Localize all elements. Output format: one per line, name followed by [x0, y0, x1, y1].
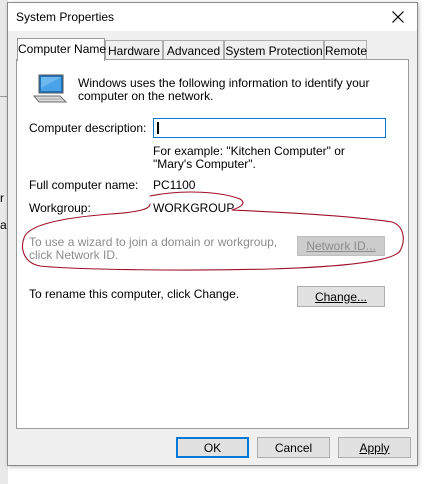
workgroup-value: WORKGROUP — [153, 201, 235, 215]
system-properties-dialog: System Properties Computer Name Hardware… — [7, 2, 418, 466]
tab-label: Advanced — [166, 44, 221, 58]
title-bar[interactable]: System Properties — [8, 3, 417, 31]
full-computer-name-label: Full computer name: — [29, 178, 139, 192]
network-id-text: To use a wizard to join a domain or work… — [29, 235, 278, 262]
computer-description-example: For example: "Kitchen Computer" or "Mary… — [153, 144, 345, 171]
apply-button[interactable]: Apply — [338, 437, 411, 458]
tab-advanced[interactable]: Advanced — [163, 40, 224, 60]
computer-icon — [33, 74, 67, 103]
ok-button-label: OK — [203, 440, 222, 455]
tab-hardware[interactable]: Hardware — [105, 40, 163, 60]
change-button-label: Change... — [314, 289, 368, 304]
change-button[interactable]: Change... — [297, 286, 385, 307]
network-id-button[interactable]: Network ID... — [297, 236, 385, 256]
dialog-title: System Properties — [16, 10, 115, 24]
background-text-fragment: r — [0, 191, 4, 205]
apply-button-label: Apply — [359, 440, 390, 455]
tab-label: Remote — [325, 44, 368, 58]
tab-label: Hardware — [107, 44, 161, 58]
close-button[interactable] — [379, 3, 417, 31]
cancel-button-label: Cancel — [274, 440, 313, 455]
text-caret — [157, 122, 159, 134]
intro-text: Windows uses the following information t… — [78, 76, 370, 103]
cancel-button[interactable]: Cancel — [257, 437, 330, 458]
full-computer-name-value: PC1100 — [153, 178, 196, 192]
workgroup-label: Workgroup: — [29, 201, 91, 215]
rename-text: To rename this computer, click Change. — [29, 287, 240, 301]
tab-system-protection[interactable]: System Protection — [224, 40, 324, 60]
computer-description-label: Computer description: — [29, 121, 147, 135]
ok-button[interactable]: OK — [176, 437, 249, 458]
tab-remote[interactable]: Remote — [324, 40, 367, 60]
background-text-fragment: a — [0, 218, 7, 232]
close-icon — [392, 11, 404, 23]
network-id-button-label: Network ID... — [306, 239, 376, 253]
computer-name-panel: Windows uses the following information t… — [16, 59, 409, 429]
tab-label: Computer Name — [18, 42, 107, 56]
computer-description-input[interactable] — [153, 118, 386, 138]
tab-label: System Protection — [225, 44, 323, 58]
tab-computer-name[interactable]: Computer Name — [17, 38, 107, 61]
